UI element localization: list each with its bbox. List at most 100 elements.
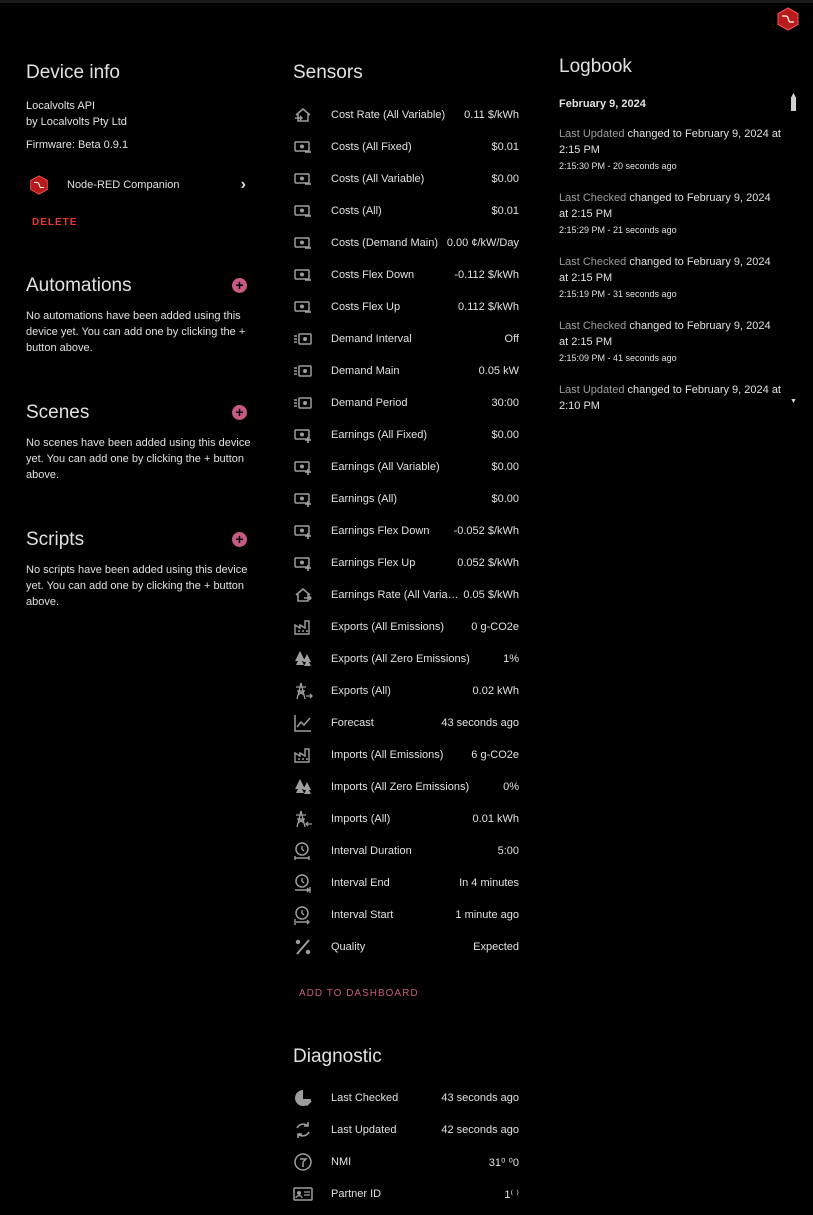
entity-row[interactable]: Costs (All Fixed) $0.01	[293, 131, 519, 163]
scroll-thumb[interactable]	[791, 97, 796, 111]
add-script-icon[interactable]: +	[232, 532, 247, 547]
scenes-title: Scenes	[26, 402, 90, 423]
add-automation-icon[interactable]: +	[232, 278, 247, 293]
entity-value: 30:00	[491, 397, 519, 409]
device-manufacturer: by Localvolts Pty Ltd	[26, 116, 127, 128]
entity-row[interactable]: Exports (All) 0.02 kWh	[293, 675, 519, 707]
entity-row[interactable]: Earnings (All Variable) $0.00	[293, 451, 519, 483]
integration-link[interactable]: Node-RED Companion ›	[26, 174, 246, 196]
logbook-timestamp: 2:15:19 PM - 31 seconds ago	[559, 289, 677, 299]
entity-value: 0.11 $/kWh	[464, 109, 519, 121]
entity-row[interactable]: Demand Interval Off	[293, 323, 519, 355]
entity-name: Exports (All Zero Emissions)	[331, 653, 470, 665]
entity-value: 0.052 $/kWh	[457, 557, 519, 569]
entity-row[interactable]: Imports (All Zero Emissions) 0%	[293, 771, 519, 803]
entity-name: Forecast	[331, 717, 374, 729]
entity-row[interactable]: Demand Period 30:00	[293, 387, 519, 419]
entity-row[interactable]: Earnings (All) $0.00	[293, 483, 519, 515]
node-red-icon[interactable]	[777, 7, 799, 31]
entity-row[interactable]: Imports (All) 0.01 kWh	[293, 803, 519, 835]
entity-name: Cost Rate (All Variable)	[331, 109, 446, 121]
device-info-title: Device info	[26, 62, 120, 83]
entity-row[interactable]: Earnings Rate (All Variable) 0.05 $/kWh	[293, 579, 519, 611]
entity-row[interactable]: Cost Rate (All Variable) 0.11 $/kWh	[293, 99, 519, 131]
entity-value: 0.112 $/kWh	[458, 301, 519, 313]
entity-value: $0.00	[491, 173, 519, 185]
node-red-icon	[30, 175, 48, 195]
add-to-dashboard-button[interactable]: ADD TO DASHBOARD	[299, 988, 419, 999]
logbook-entity-link[interactable]: Last Checked	[559, 192, 626, 204]
logbook-entity-link[interactable]: Last Checked	[559, 256, 626, 268]
entity-row[interactable]: Earnings Flex Down -0.052 $/kWh	[293, 515, 519, 547]
entity-row[interactable]: NMI 31⁰ ⁰0	[293, 1146, 519, 1178]
entity-name: Exports (All Emissions)	[331, 621, 445, 633]
pine-tree-icon	[295, 779, 311, 794]
automations-title: Automations	[26, 275, 132, 296]
entity-value: 0.05 kW	[478, 365, 519, 377]
entity-row[interactable]: Costs (Demand Main) 0.00 ¢/kW/Day	[293, 227, 519, 259]
logbook-timestamp: 2:15:29 PM - 21 seconds ago	[559, 225, 677, 235]
meter-icon	[294, 1153, 312, 1171]
cash-fast-icon	[294, 397, 312, 409]
entity-row[interactable]: Demand Main 0.05 kW	[293, 355, 519, 387]
logbook-entry: Last Updated changed to February 9, 2024…	[559, 382, 781, 414]
entity-name: Earnings Flex Up	[331, 557, 416, 569]
entity-row[interactable]: Earnings (All Fixed) $0.00	[293, 419, 519, 451]
entity-name: Imports (All)	[331, 813, 391, 825]
entity-name: Quality	[331, 941, 366, 953]
transmission-tower-export-icon	[296, 682, 313, 700]
entity-row[interactable]: Exports (All Zero Emissions) 1%	[293, 643, 519, 675]
top-bar	[0, 0, 813, 3]
entity-value: 0.01 kWh	[472, 813, 519, 825]
scroll-down-icon[interactable]: ▼	[790, 398, 797, 405]
entity-row[interactable]: Costs Flex Down -0.112 $/kWh	[293, 259, 519, 291]
delete-button[interactable]: DELETE	[32, 217, 77, 228]
pine-tree-icon	[295, 651, 311, 666]
entity-value: 42 seconds ago	[441, 1124, 519, 1136]
entity-row[interactable]: Partner ID 1⁽ ⁾	[293, 1178, 519, 1210]
device-firmware: Firmware: Beta 0.9.1	[26, 139, 129, 151]
entity-value: Off	[504, 333, 519, 345]
entity-row[interactable]: Interval Duration 5:00	[293, 835, 519, 867]
logbook-title: Logbook	[559, 56, 632, 77]
entity-row[interactable]: Costs (All) $0.01	[293, 195, 519, 227]
entity-row[interactable]: Last Checked 43 seconds ago	[293, 1082, 519, 1114]
entity-row[interactable]: Quality Expected	[293, 931, 519, 963]
entity-row[interactable]: Costs Flex Up 0.112 $/kWh	[293, 291, 519, 323]
entity-value: -0.112 $/kWh	[454, 269, 519, 281]
entity-value: 1⁽ ⁾	[504, 1188, 519, 1201]
entity-row[interactable]: Last Updated 42 seconds ago	[293, 1114, 519, 1146]
clock-interval-icon	[294, 842, 310, 860]
entity-name: Earnings (All)	[331, 493, 398, 505]
cash-plus-icon	[294, 557, 311, 571]
entity-row[interactable]: Interval End In 4 minutes	[293, 867, 519, 899]
add-scene-icon[interactable]: +	[232, 405, 247, 420]
logbook-entity-link[interactable]: Last Checked	[559, 320, 626, 332]
cash-fast-icon	[294, 333, 312, 345]
entity-row[interactable]: Forecast 43 seconds ago	[293, 707, 519, 739]
clock-end-icon	[295, 874, 311, 893]
logbook-scrollbar[interactable]: ▲ ▼	[790, 92, 797, 405]
entity-name: NMI	[331, 1156, 352, 1168]
entity-name: Costs Flex Down	[331, 269, 415, 281]
entity-value: 0%	[503, 781, 519, 793]
logbook-entity-link[interactable]: Last Updated	[559, 384, 624, 396]
logbook-date: February 9, 2024	[559, 98, 646, 110]
entity-name: Partner ID	[331, 1188, 382, 1200]
logbook-entity-link[interactable]: Last Updated	[559, 128, 624, 140]
entity-row[interactable]: Interval Start 1 minute ago	[293, 899, 519, 931]
entity-row[interactable]: Costs (All Variable) $0.00	[293, 163, 519, 195]
entity-name: Exports (All)	[331, 685, 391, 697]
entity-name: Costs (All)	[331, 205, 382, 217]
cash-plus-icon	[294, 493, 311, 507]
entity-row[interactable]: Earnings Flex Up 0.052 $/kWh	[293, 547, 519, 579]
entity-row[interactable]: Exports (All Emissions) 0 g-CO2e	[293, 611, 519, 643]
logbook-timestamp: 2:15:09 PM - 41 seconds ago	[559, 353, 677, 363]
entity-row[interactable]: Imports (All Emissions) 6 g-CO2e	[293, 739, 519, 771]
entity-name: Interval End	[331, 877, 390, 889]
entity-name: Demand Main	[331, 365, 400, 377]
entity-name: Imports (All Emissions)	[331, 749, 444, 761]
entity-value: 43 seconds ago	[441, 717, 519, 729]
card-account-icon	[293, 1187, 313, 1201]
entity-value: -0.052 $/kWh	[453, 525, 519, 537]
